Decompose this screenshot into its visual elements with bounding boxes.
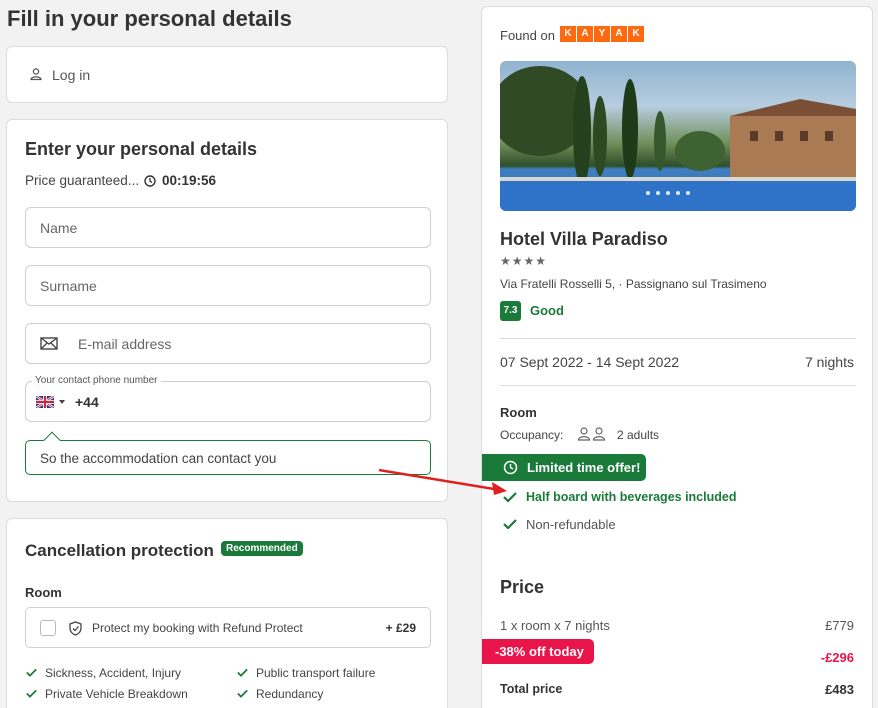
discount-value: -£296 [820,650,854,665]
price-line-value: £779 [825,618,854,633]
price-guaranteed-text: Price guaranteed... [25,173,140,188]
check-icon [26,668,37,677]
login-link[interactable]: Log in [52,67,90,83]
clock-icon [144,175,156,187]
recommended-badge: Recommended [221,541,303,556]
clock-icon [503,460,518,475]
phone-prefix: +44 [75,394,99,410]
personal-details-card: Enter your personal details Price guaran… [6,119,448,502]
adults-icon [577,427,606,441]
total-price-value: £483 [825,682,854,697]
review-score: 7.3 [500,301,521,321]
cancellation-room-label: Room [25,585,62,600]
surname-input[interactable]: Surname [25,265,431,306]
hotel-address: Via Fratelli Rosselli 5, · Passignano su… [500,277,767,291]
hotel-photo[interactable] [500,61,856,211]
found-on-label: Found on [500,28,555,43]
user-icon [30,68,42,81]
limited-offer-text: Limited time offer! [527,460,641,475]
discount-badge: -38% off today [482,639,594,664]
tooltip-text: So the accommodation can contact you [40,451,277,466]
refund-protect-label: Protect my booking with Refund Protect [92,621,303,635]
envelope-icon [40,337,58,350]
divider [500,338,856,339]
hotel-name: Hotel Villa Paradiso [500,229,668,249]
review-label: Good [530,303,564,318]
carousel-dots[interactable] [646,191,690,195]
benefit-item: Public transport failure [256,666,376,680]
benefit-item: Sickness, Accident, Injury [45,666,182,680]
check-icon [237,689,248,698]
divider [500,385,856,386]
tooltip-caret [43,431,61,449]
price-heading: Price [500,577,545,597]
refund-protect-option[interactable]: Protect my booking with Refund Protect +… [25,607,431,648]
discount-label: -38% off today [495,644,584,659]
refund-protect-price: + £29 [385,621,416,635]
uk-flag-icon[interactable] [36,396,54,408]
room-label: Room [500,405,537,420]
board-text: Half board with beverages included [526,490,737,504]
name-placeholder: Name [40,220,78,236]
benefit-item: Private Vehicle Breakdown [45,687,188,701]
caret-down-icon[interactable] [59,400,65,404]
benefit-item: Redundancy [256,687,324,701]
check-icon [26,689,37,698]
kayak-logo: KAYAK [560,26,645,42]
hotel-stars: ★★★★ [500,254,548,268]
phone-input[interactable]: Your contact phone number +44 [25,375,431,422]
details-heading: Enter your personal details [25,139,258,159]
phone-label: Your contact phone number [32,375,161,386]
check-icon [503,492,517,502]
check-icon [503,519,517,529]
login-card[interactable]: Log in [6,46,448,103]
refund-protect-checkbox[interactable] [40,620,56,636]
booking-summary-card: Found on KAYAK Hotel Villa Paradiso ★★★★… [481,6,873,566]
stay-dates: 07 Sept 2022 - 14 Sept 2022 [500,354,680,370]
occupancy-value: 2 adults [617,428,660,442]
shield-check-icon [69,621,82,636]
surname-placeholder: Surname [40,278,97,294]
occupancy-label: Occupancy: [500,428,564,442]
refund-policy-text: Non-refundable [526,517,616,532]
hotel-photo-art [500,66,856,211]
cancellation-heading: Cancellation protection [25,541,214,560]
stay-nights: 7 nights [804,354,854,370]
countdown-timer: 00:19:56 [162,173,217,188]
name-input[interactable]: Name [25,207,431,248]
price-line-label: 1 x room x 7 nights [500,618,610,633]
total-price-label: Total price [500,682,563,696]
cancellation-card: Cancellation protection Recommended Room… [6,518,448,708]
contact-tooltip: So the accommodation can contact you [25,431,431,475]
email-placeholder: E-mail address [78,336,172,352]
email-input[interactable]: E-mail address [25,323,431,364]
check-icon [237,668,248,677]
price-card: Price 1 x room x 7 nights £779 -38% off … [481,557,873,708]
page-title: Fill in your personal details [7,6,292,31]
limited-offer-badge: Limited time offer! [482,454,646,481]
